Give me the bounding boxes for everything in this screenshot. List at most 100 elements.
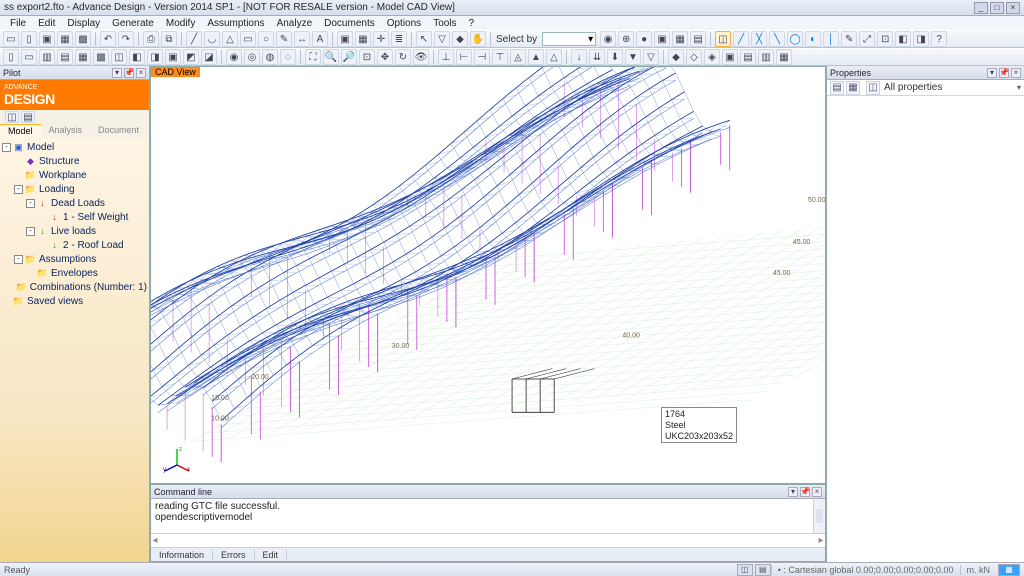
tb2-res5-icon[interactable]: ▤ — [740, 49, 756, 65]
tb2-i-icon[interactable]: ◨ — [147, 49, 163, 65]
tool-half-icon[interactable]: ◐ — [805, 31, 821, 47]
tree-node[interactable]: 📁Envelopes — [2, 266, 147, 280]
tb2-sup3-icon[interactable]: ⊣ — [474, 49, 490, 65]
tree-node[interactable]: -↓Dead Loads — [2, 196, 147, 210]
menu-edit[interactable]: Edit — [32, 18, 61, 29]
pilot-pin-icon[interactable]: 📌 — [124, 68, 134, 78]
tab-model[interactable]: Model — [0, 124, 41, 138]
prop-tool1-icon[interactable]: ▤ — [830, 81, 844, 95]
pilot-dropdown-icon[interactable]: ▾ — [112, 68, 122, 78]
tool-rect-icon[interactable]: ▭ — [240, 31, 256, 47]
tb2-zoom-win-icon[interactable]: ⊡ — [359, 49, 375, 65]
tb2-res2-icon[interactable]: ◇ — [686, 49, 702, 65]
tool-axes-icon[interactable]: ✛ — [373, 31, 389, 47]
tree-expander-icon[interactable]: - — [2, 143, 11, 152]
tool-diag3-icon[interactable]: ╲ — [769, 31, 785, 47]
menu-analyze[interactable]: Analyze — [271, 18, 319, 29]
menu-modify[interactable]: Modify — [160, 18, 201, 29]
tb2-p-icon[interactable]: ◌ — [280, 49, 296, 65]
properties-dropdown-icon[interactable]: ▾ — [987, 68, 997, 78]
tb2-sup7-icon[interactable]: △ — [546, 49, 562, 65]
tree-node[interactable]: 📁Workplane — [2, 168, 147, 182]
menu-documents[interactable]: Documents — [318, 18, 381, 29]
menu-tools[interactable]: Tools — [427, 18, 462, 29]
tool-snap-icon[interactable]: ◫ — [715, 31, 731, 47]
tool-iso-icon[interactable]: ◨ — [913, 31, 929, 47]
tool-sphere-icon[interactable]: ◉ — [600, 31, 616, 47]
select-by-dropdown[interactable]: ▾ — [542, 32, 596, 46]
tb2-d-icon[interactable]: ▤ — [57, 49, 73, 65]
prop-tool3-icon[interactable]: ◫ — [866, 81, 880, 95]
tool-box3d-icon[interactable]: ▣ — [337, 31, 353, 47]
tb2-sup5-icon[interactable]: ◬ — [510, 49, 526, 65]
tb2-o-icon[interactable]: ◍ — [262, 49, 278, 65]
properties-close-icon[interactable]: × — [1011, 68, 1021, 78]
cmd-arrow-left-icon[interactable]: ◂ — [151, 535, 159, 546]
maximize-button[interactable]: □ — [990, 2, 1004, 14]
tree-node[interactable]: -▣Model — [2, 140, 147, 154]
cmdtab-errors[interactable]: Errors — [213, 550, 255, 560]
menu-generate[interactable]: Generate — [106, 18, 160, 29]
properties-pin-icon[interactable]: 📌 — [999, 68, 1009, 78]
tb2-pan-icon[interactable]: ✥ — [377, 49, 393, 65]
menu-file[interactable]: File — [4, 18, 32, 29]
tool-pick-icon[interactable]: ◆ — [452, 31, 468, 47]
tool-diag2-icon[interactable]: ╳ — [751, 31, 767, 47]
tb2-b-icon[interactable]: ▭ — [21, 49, 37, 65]
tb2-f-icon[interactable]: ▩ — [93, 49, 109, 65]
pilot-close-icon[interactable]: × — [136, 68, 146, 78]
tool-new-icon[interactable]: ▭ — [3, 31, 19, 47]
tool-cube2-icon[interactable]: ▦ — [672, 31, 688, 47]
tool-hand-icon[interactable]: ✋ — [470, 31, 486, 47]
tb2-n-icon[interactable]: ◎ — [244, 49, 260, 65]
tool-document-icon[interactable]: ▤ — [690, 31, 706, 47]
tb2-zoom-out-icon[interactable]: 🔎 — [341, 49, 357, 65]
status-tool1-icon[interactable]: ◫ — [737, 564, 753, 576]
tb2-sup2-icon[interactable]: ⊢ — [456, 49, 472, 65]
tb2-sup1-icon[interactable]: ⊥ — [438, 49, 454, 65]
tb2-ld4-icon[interactable]: ▼ — [625, 49, 641, 65]
tb2-ld5-icon[interactable]: ▽ — [643, 49, 659, 65]
command-close-icon[interactable]: × — [812, 487, 822, 497]
command-dropdown-icon[interactable]: ▾ — [788, 487, 798, 497]
tb2-e-icon[interactable]: ▦ — [75, 49, 91, 65]
tb2-g-icon[interactable]: ◫ — [111, 49, 127, 65]
pilot-tool2-icon[interactable]: ▤ — [21, 111, 35, 123]
tb2-rotate-icon[interactable]: ↻ — [395, 49, 411, 65]
menu-help[interactable]: ? — [463, 18, 481, 29]
tool-saveall-icon[interactable]: ▩ — [75, 31, 91, 47]
tool-show-icon[interactable]: ◧ — [895, 31, 911, 47]
tb2-ld3-icon[interactable]: ⬇ — [607, 49, 623, 65]
tb2-j-icon[interactable]: ▣ — [165, 49, 181, 65]
tab-analysis[interactable]: Analysis — [41, 124, 91, 138]
tb2-res7-icon[interactable]: ▦ — [776, 49, 792, 65]
chevron-down-icon[interactable]: ▾ — [1017, 83, 1021, 92]
tool-circle-icon[interactable]: ○ — [258, 31, 274, 47]
tab-document[interactable]: Document — [90, 124, 147, 138]
tb2-ld2-icon[interactable]: ⇊ — [589, 49, 605, 65]
tool-grid-icon[interactable]: ▦ — [355, 31, 371, 47]
tree-node[interactable]: 📁Saved views — [2, 294, 147, 308]
menu-options[interactable]: Options — [381, 18, 427, 29]
tb2-h-icon[interactable]: ◧ — [129, 49, 145, 65]
prop-tool2-icon[interactable]: ▦ — [846, 81, 860, 95]
tb2-res1-icon[interactable]: ◆ — [668, 49, 684, 65]
status-snap-icon[interactable]: ▦ — [998, 564, 1020, 576]
tool-redo-icon[interactable]: ↷ — [118, 31, 134, 47]
command-scrollbar[interactable] — [813, 499, 825, 533]
tool-text-icon[interactable]: A — [312, 31, 328, 47]
cmdtab-information[interactable]: Information — [151, 550, 213, 560]
tb2-a-icon[interactable]: ▯ — [3, 49, 19, 65]
command-pin-icon[interactable]: 📌 — [800, 487, 810, 497]
tool-earth-icon[interactable]: ● — [636, 31, 652, 47]
tree-expander-icon[interactable]: - — [26, 227, 35, 236]
tool-filter-icon[interactable]: ▽ — [434, 31, 450, 47]
cmd-arrow-right-icon[interactable]: ▸ — [817, 535, 825, 546]
cmdtab-edit[interactable]: Edit — [255, 550, 288, 560]
tb2-sup4-icon[interactable]: ⊤ — [492, 49, 508, 65]
tool-select-arrow-icon[interactable]: ↖ — [416, 31, 432, 47]
tool-circ-icon[interactable]: ◯ — [787, 31, 803, 47]
tree-node[interactable]: -📁Loading — [2, 182, 147, 196]
menu-assumptions[interactable]: Assumptions — [201, 18, 270, 29]
tree-node[interactable]: -↓Live loads — [2, 224, 147, 238]
